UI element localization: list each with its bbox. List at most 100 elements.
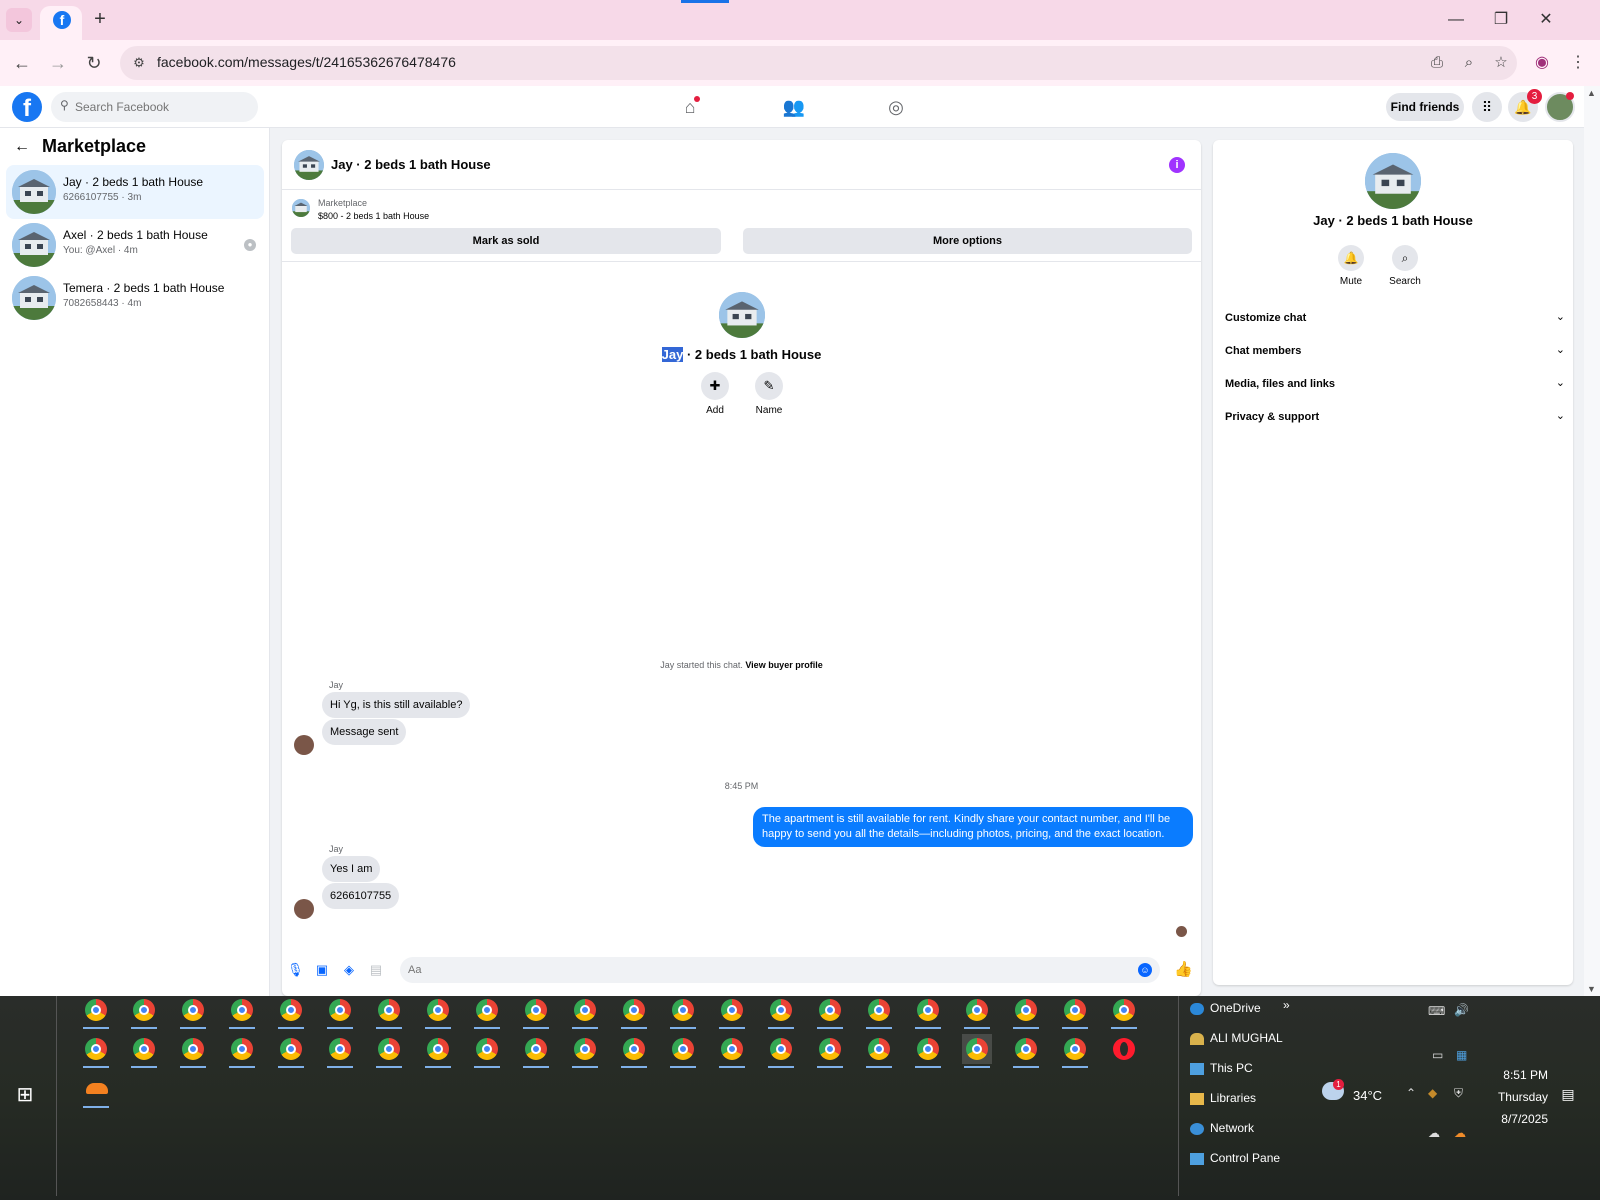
display-tray-icon[interactable]: ▦ [1456, 1048, 1467, 1062]
chrome-window-icon[interactable] [668, 995, 698, 1029]
opera-icon[interactable] [1109, 1034, 1139, 1064]
cloudflare-icon[interactable] [81, 1074, 111, 1108]
tab-search-dropdown-icon[interactable]: ⌄ [6, 8, 32, 32]
pencil-icon[interactable]: ✎ [755, 372, 783, 400]
chrome-window-icon[interactable] [766, 995, 796, 1029]
sender-avatar[interactable] [294, 899, 314, 919]
gif-icon[interactable]: ▤ [368, 962, 384, 978]
add-person-icon[interactable]: ✚ [701, 372, 729, 400]
chrome-window-icon[interactable] [864, 1034, 894, 1068]
chrome-window-icon[interactable] [815, 1034, 845, 1068]
site-info-icon[interactable]: ⚙ [130, 54, 148, 72]
profile-icon[interactable]: ◉ [1530, 51, 1554, 75]
url-text[interactable]: facebook.com/messages/t/2416536267647847… [157, 54, 456, 70]
friends-icon[interactable]: 👥 [781, 94, 807, 120]
scroll-down-icon[interactable]: ▼ [1587, 984, 1596, 994]
quick-access-onedrive[interactable]: OneDrive [1190, 1001, 1261, 1015]
chrome-window-icon[interactable] [913, 995, 943, 1029]
like-thumb-icon[interactable]: 👍 [1174, 961, 1193, 979]
quick-access-more-icon[interactable]: » [1283, 998, 1290, 1012]
info-icon[interactable]: i [1169, 157, 1185, 173]
find-friends-button[interactable]: Find friends [1386, 93, 1464, 121]
message-input[interactable] [408, 961, 1108, 979]
action-center-icon[interactable]: ▤ [1560, 1087, 1576, 1101]
clock-date[interactable]: 8/7/2025 [1478, 1112, 1548, 1126]
more-options-button[interactable]: More options [743, 228, 1192, 254]
incoming-message[interactable]: Message sent [322, 719, 407, 745]
back-arrow-icon[interactable]: ← [14, 138, 30, 156]
chrome-window-icon[interactable] [423, 1034, 453, 1068]
chrome-window-icon[interactable] [129, 995, 159, 1029]
chat-header-thumbnail[interactable] [294, 150, 324, 180]
chrome-window-icon[interactable] [619, 995, 649, 1029]
sender-avatar[interactable] [294, 735, 314, 755]
sticker-icon[interactable]: ◈ [341, 962, 357, 978]
chrome-window-icon[interactable] [570, 1034, 600, 1068]
incoming-message[interactable]: 6266107755 [322, 883, 400, 909]
volume-icon[interactable]: 🔊 [1454, 1003, 1469, 1017]
chrome-window-icon[interactable] [521, 995, 551, 1029]
bookmark-star-icon[interactable]: ☆ [1491, 53, 1511, 73]
incoming-message[interactable]: Hi Yg, is this still available? [322, 692, 471, 718]
section-customize-chat[interactable]: Customize chat ⌄ [1225, 303, 1565, 333]
page-scrollbar[interactable]: ▲ ▼ [1584, 86, 1600, 996]
mic-icon[interactable]: 🎙 [287, 962, 304, 978]
chrome-window-icon[interactable] [374, 1034, 404, 1068]
chrome-window-icon[interactable] [1011, 995, 1041, 1029]
minimize-icon[interactable]: — [1441, 8, 1471, 32]
chrome-window-icon[interactable] [962, 1034, 992, 1068]
chrome-window-icon[interactable] [325, 995, 355, 1029]
security-shield-icon[interactable]: ⛨ [1454, 1086, 1463, 1101]
network-tray-icon[interactable]: ⌨ [1428, 1004, 1445, 1018]
meet-now-icon[interactable]: ▭ [1432, 1048, 1443, 1062]
address-bar[interactable]: ⚙ facebook.com/messages/t/24165362676478… [120, 46, 1517, 80]
section-media-files-links[interactable]: Media, files and links ⌄ [1225, 369, 1565, 399]
chrome-window-icon[interactable] [962, 995, 992, 1029]
chrome-window-icon[interactable] [276, 995, 306, 1029]
chat-header-name[interactable]: Jay · 2 beds 1 bath House [331, 157, 491, 172]
chrome-window-icon[interactable] [864, 995, 894, 1029]
quick-access-network[interactable]: Network [1190, 1121, 1254, 1135]
chrome-window-icon[interactable] [570, 995, 600, 1029]
chrome-window-icon[interactable] [815, 995, 845, 1029]
chrome-window-icon[interactable] [423, 995, 453, 1029]
new-tab-icon[interactable]: + [88, 8, 112, 32]
quick-access-control-panel[interactable]: Control Pane [1190, 1151, 1280, 1165]
view-buyer-profile-link[interactable]: View buyer profile [745, 660, 822, 670]
reload-icon[interactable]: ↻ [82, 51, 106, 75]
temperature[interactable]: 34°C [1353, 1088, 1382, 1103]
install-app-icon[interactable]: ⎙ [1427, 53, 1447, 73]
chrome-window-icon[interactable] [472, 1034, 502, 1068]
zoom-icon[interactable]: ⌕ [1459, 53, 1479, 73]
mark-as-sold-button[interactable]: Mark as sold [291, 228, 721, 254]
message-input-box[interactable]: ☺ [400, 957, 1160, 983]
chrome-window-icon[interactable] [521, 1034, 551, 1068]
chevron-up-icon[interactable]: ⌃ [1406, 1086, 1416, 1100]
restore-icon[interactable]: ❐ [1486, 8, 1516, 32]
chrome-window-icon[interactable] [374, 995, 404, 1029]
quick-access-libraries[interactable]: Libraries [1190, 1091, 1256, 1105]
chrome-window-icon[interactable] [1109, 995, 1139, 1029]
outgoing-message[interactable]: The apartment is still available for ren… [753, 807, 1193, 847]
kebab-menu-icon[interactable]: ⋮ [1566, 51, 1590, 75]
cloudflare-tray-icon[interactable]: ☁ [1454, 1126, 1466, 1140]
conversation-item[interactable]: Temera · 2 beds 1 bath House 7082658443 … [6, 271, 264, 325]
clock-day[interactable]: Thursday [1478, 1090, 1548, 1104]
groups-icon[interactable]: ◎ [883, 94, 909, 120]
quick-access-user[interactable]: ALI MUGHAL [1190, 1031, 1283, 1045]
section-chat-members[interactable]: Chat members ⌄ [1225, 336, 1565, 366]
apps-grid-icon[interactable]: ⠿ [1472, 92, 1502, 122]
chrome-window-icon[interactable] [129, 1034, 159, 1068]
chrome-window-icon[interactable] [1060, 995, 1090, 1029]
chrome-window-icon[interactable] [325, 1034, 355, 1068]
chrome-window-icon[interactable] [619, 1034, 649, 1068]
section-privacy-support[interactable]: Privacy & support ⌄ [1225, 402, 1565, 432]
chrome-window-icon[interactable] [227, 1034, 257, 1068]
back-icon[interactable]: ← [10, 51, 34, 75]
chrome-window-icon[interactable] [1060, 1034, 1090, 1068]
clock-time[interactable]: 8:51 PM [1478, 1068, 1548, 1082]
chrome-window-icon[interactable] [472, 995, 502, 1029]
emoji-icon[interactable]: ☺ [1138, 963, 1152, 977]
tray-app-icon[interactable]: ◆ [1428, 1086, 1437, 1100]
onedrive-offline-icon[interactable]: ☁ [1428, 1126, 1440, 1140]
